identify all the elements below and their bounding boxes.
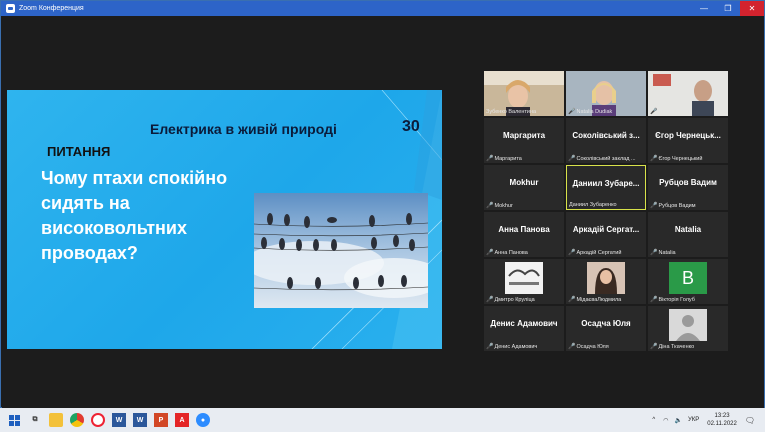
clock[interactable]: 13:23 02.11.2022	[707, 412, 737, 428]
participant-tile[interactable]: Маргарита 🎤 Маргарита	[484, 118, 564, 163]
participant-tile[interactable]: Natalia 🎤 Natalia	[648, 212, 728, 257]
chrome-icon[interactable]	[70, 413, 84, 427]
participant-tile[interactable]: Осадча Юля 🎤 Осадча Юля	[566, 306, 646, 351]
mic-muted-icon: 🎤	[650, 344, 658, 350]
mic-muted-icon: 🎤	[486, 156, 494, 162]
zoom-taskbar-icon[interactable]: ●	[196, 413, 210, 427]
participant-name: Анна Панова	[498, 225, 550, 234]
mic-muted-icon: 🎤	[568, 297, 576, 303]
mic-muted-icon: 🎤	[486, 344, 494, 350]
participant-label: 🎤 Анна Панова	[486, 249, 528, 257]
participant-tile[interactable]: 🎤 Діна Ткаченко	[648, 306, 728, 351]
mic-muted-icon: 🎤	[486, 203, 494, 209]
mic-muted-icon: 🎤	[568, 109, 576, 115]
participant-name: Natalia	[674, 225, 702, 234]
windows-taskbar: ⧉ W W P A ● ^ ◠ 🔈 УКР 13:23 02.11.2022 🗨	[0, 408, 765, 432]
participant-tile[interactable]: 🎤 Дмитро Круліца	[484, 259, 564, 304]
mic-muted-icon: 🎤	[650, 156, 658, 162]
volume-icon[interactable]: 🔈	[674, 417, 681, 424]
window-title: Zoom Конференция	[19, 5, 84, 12]
profile-picture	[587, 262, 625, 294]
mic-muted-icon: 🎤	[568, 344, 576, 350]
participant-label: 🎤 Аркадій Сергатий	[568, 249, 622, 257]
shared-slide: Електрика в живій природі 30 ПИТАННЯ Чом…	[7, 90, 442, 349]
yandex-icon[interactable]	[91, 413, 105, 427]
participant-name: Аркадій Сергат...	[572, 225, 640, 234]
participant-name: Єгор Чернецьк...	[655, 131, 721, 140]
minimize-button[interactable]: —	[692, 1, 716, 16]
participant-tile[interactable]: 🎤 Віктор Стонь	[648, 71, 728, 116]
participant-tile[interactable]: B 🎤 Вікторія Голуб	[648, 259, 728, 304]
participant-label: 🎤 Дмитро Круліца	[486, 296, 535, 304]
participant-label: 🎤 Маргарита	[486, 155, 522, 163]
mic-muted-icon: 🎤	[568, 156, 576, 162]
close-button[interactable]: ✕	[740, 1, 764, 16]
participant-label: 🎤 Mokhur	[486, 202, 513, 210]
profile-picture	[505, 262, 543, 294]
participant-label: 🎤 МідаєваЛюдмила	[568, 296, 622, 304]
word-document-icon[interactable]: W	[133, 413, 147, 427]
slide-title: Електрика в живій природі	[150, 121, 337, 137]
participant-label: 🎤 Рубцов Вадим	[650, 202, 696, 210]
slide-number: 30	[402, 118, 420, 135]
participant-name: Даниил Зубаре...	[572, 179, 640, 188]
meeting-stage: Електрика в живій природі 30 ПИТАННЯ Чом…	[2, 16, 764, 408]
title-bar: Zoom Конференция — ❐ ✕	[1, 1, 764, 16]
mic-muted-icon: 🎤	[568, 250, 576, 256]
participant-label: 🎤 Natalia Dudiak	[568, 108, 613, 116]
birds-on-wires-photo	[254, 193, 428, 308]
participant-label: Зубенко Валентина	[486, 109, 537, 115]
mic-muted-icon: 🎤	[486, 297, 494, 303]
notifications-icon[interactable]: 🗨	[745, 416, 755, 425]
hidden-icons-chevron[interactable]: ^	[652, 417, 655, 423]
participant-tile-active-speaker[interactable]: Даниил Зубаре... Даниил Зубаренко	[566, 165, 646, 210]
participant-label: 🎤 Natalia	[650, 249, 676, 257]
participant-label: 🎤 Вікторія Голуб	[650, 296, 695, 304]
avatar-letter: B	[669, 262, 707, 294]
mic-muted-icon: 🎤	[650, 109, 658, 115]
participant-label: 🎤 Діна Ткаченко	[650, 343, 695, 351]
slide-question: Чому птахи спокійно сидять на високоволь…	[41, 168, 228, 263]
default-avatar-icon	[669, 309, 707, 341]
system-tray: ^ ◠ 🔈 УКР 13:23 02.11.2022 🗨	[652, 408, 765, 432]
participant-label: 🎤 Єгор Чернецький	[650, 155, 703, 163]
participant-name: Mokhur	[509, 178, 539, 187]
zoom-icon	[6, 4, 15, 13]
powerpoint-icon[interactable]: P	[154, 413, 168, 427]
participant-tile[interactable]: Зубенко Валентина	[484, 71, 564, 116]
task-view-icon[interactable]: ⧉	[28, 413, 42, 427]
zoom-window: Zoom Конференция — ❐ ✕ Електрика в живій…	[0, 0, 765, 408]
participant-label: 🎤 Денис Адамович	[486, 343, 538, 351]
participant-name: Соколівський з...	[572, 131, 640, 140]
mic-muted-icon: 🎤	[650, 203, 658, 209]
maximize-button[interactable]: ❐	[716, 1, 740, 16]
wifi-icon[interactable]: ◠	[663, 417, 668, 424]
slide-heading: ПИТАННЯ	[47, 144, 111, 159]
participant-tile[interactable]: Єгор Чернецьк... 🎤 Єгор Чернецький	[648, 118, 728, 163]
mic-muted-icon: 🎤	[650, 297, 658, 303]
language-indicator[interactable]: УКР	[688, 417, 699, 423]
mic-muted-icon: 🎤	[650, 250, 658, 256]
participant-tile[interactable]: Анна Панова 🎤 Анна Панова	[484, 212, 564, 257]
participant-name: Рубцов Вадим	[659, 178, 717, 187]
participant-label: Даниил Зубаренко	[569, 202, 617, 208]
participant-tile[interactable]: Соколівський з... 🎤 Соколівський заклад .…	[566, 118, 646, 163]
participant-name: Маргарита	[502, 131, 546, 140]
participant-tile[interactable]: 🎤 МідаєваЛюдмила	[566, 259, 646, 304]
participant-tile[interactable]: Денис Адамович 🎤 Денис Адамович	[484, 306, 564, 351]
participant-tile[interactable]: 🎤 Natalia Dudiak	[566, 71, 646, 116]
participant-name: Денис Адамович	[490, 319, 558, 328]
participant-label: 🎤 Соколівський заклад ...	[568, 155, 636, 163]
participant-tile[interactable]: Mokhur 🎤 Mokhur	[484, 165, 564, 210]
acrobat-icon[interactable]: A	[175, 413, 189, 427]
windows-start-icon[interactable]	[7, 413, 21, 427]
participant-tile[interactable]: Аркадій Сергат... 🎤 Аркадій Сергатий	[566, 212, 646, 257]
word-icon[interactable]: W	[112, 413, 126, 427]
participant-label: 🎤 Осадча Юля	[568, 343, 609, 351]
participant-tile[interactable]: Рубцов Вадим 🎤 Рубцов Вадим	[648, 165, 728, 210]
mic-muted-icon: 🎤	[486, 250, 494, 256]
file-explorer-icon[interactable]	[49, 413, 63, 427]
participant-name: Осадча Юля	[581, 319, 631, 328]
participant-label: 🎤 Віктор Стонь	[650, 108, 692, 116]
